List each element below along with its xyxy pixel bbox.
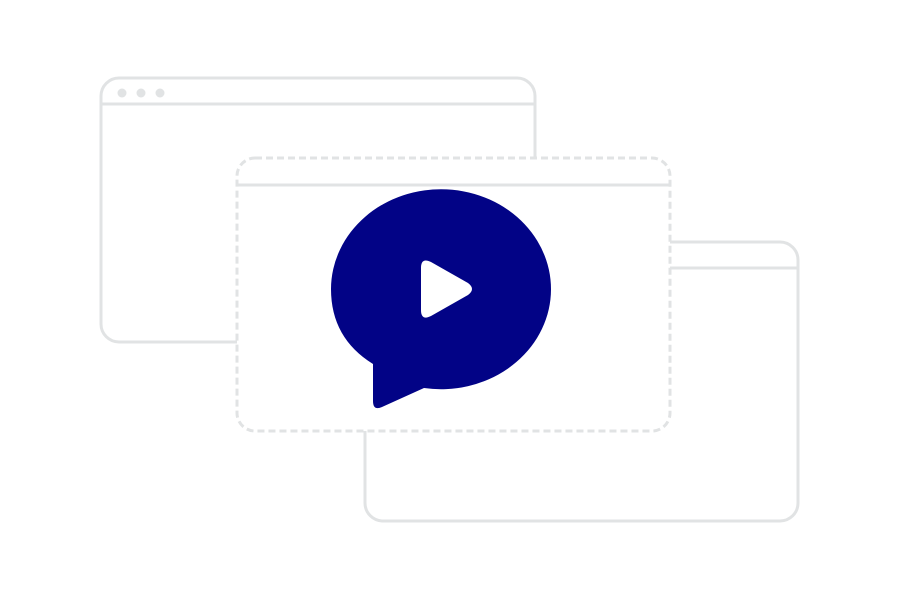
window-dot-icon: [136, 88, 146, 98]
window-dot-icon: [117, 88, 127, 98]
illustration-svg: [99, 76, 800, 523]
window-dot-icon: [155, 88, 165, 98]
illustration-canvas: [0, 0, 900, 600]
